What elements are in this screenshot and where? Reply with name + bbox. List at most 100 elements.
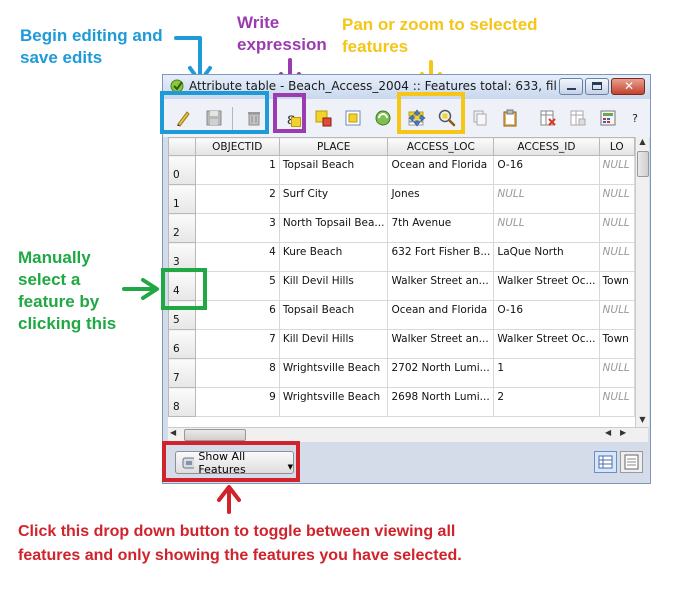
cell-access-loc[interactable]: 2698 North Lumi... bbox=[387, 387, 495, 417]
cell-access-loc[interactable]: Ocean and Florida bbox=[387, 155, 495, 185]
highlight-edit-tools bbox=[160, 91, 269, 134]
table-row[interactable]: 3 4 Kure Beach 632 Fort Fisher B... LaQu… bbox=[168, 242, 635, 272]
table-row[interactable]: 6 7 Kill Devil Hills Walker Street an...… bbox=[168, 329, 635, 359]
maximize-button[interactable] bbox=[585, 78, 609, 95]
cell-lo[interactable]: NULL bbox=[598, 213, 635, 243]
horizontal-scrollbar[interactable]: ◀ ◀ ▶ bbox=[168, 427, 648, 442]
table-row[interactable]: 7 8 Wrightsville Beach 2702 North Lumi..… bbox=[168, 358, 635, 388]
scroll-left-small-arrow-icon[interactable]: ◀ bbox=[605, 428, 617, 441]
cell-lo[interactable]: NULL bbox=[598, 155, 635, 185]
cell-place[interactable]: Wrightsville Beach bbox=[278, 387, 389, 417]
row-header[interactable]: 6 bbox=[168, 329, 196, 359]
table-row[interactable]: 1 2 Surf City Jones NULL NULL bbox=[168, 184, 635, 214]
cell-objectid[interactable]: 7 bbox=[194, 329, 280, 359]
cell-lo[interactable]: NULL bbox=[598, 387, 635, 417]
invert-selection-icon bbox=[375, 110, 391, 126]
cell-access-loc[interactable]: Jones bbox=[387, 184, 495, 214]
table-row[interactable]: 8 9 Wrightsville Beach 2698 North Lumi..… bbox=[168, 387, 635, 417]
deselect-all-button[interactable] bbox=[309, 104, 337, 132]
arrow-select bbox=[122, 278, 159, 300]
field-calculator-button[interactable] bbox=[594, 104, 622, 132]
minimize-button[interactable] bbox=[559, 78, 583, 95]
row-header[interactable]: 7 bbox=[168, 358, 196, 388]
horizontal-scroll-thumb[interactable] bbox=[184, 429, 246, 441]
highlight-expression-tool bbox=[273, 93, 306, 133]
attribute-table-window: Attribute table - Beach_Access_2004 :: F… bbox=[162, 74, 651, 484]
table-view-button[interactable] bbox=[594, 451, 617, 473]
scroll-down-arrow-icon[interactable]: ▼ bbox=[637, 415, 648, 427]
cell-lo[interactable]: NULL bbox=[598, 300, 635, 330]
cell-lo[interactable]: NULL bbox=[598, 184, 635, 214]
cell-place[interactable]: Kill Devil Hills bbox=[278, 271, 389, 301]
cell-objectid[interactable]: 3 bbox=[194, 213, 280, 243]
header-row: OBJECTID PLACE ACCESS_LOC ACCESS_ID LO bbox=[168, 137, 635, 156]
column-header-place[interactable]: PLACE bbox=[278, 137, 389, 156]
close-button[interactable]: ✕ bbox=[611, 78, 645, 95]
table-row[interactable]: 4 5 Kill Devil Hills Walker Street an...… bbox=[168, 271, 635, 301]
row-header[interactable]: 1 bbox=[168, 184, 196, 214]
column-header-lo[interactable]: LO bbox=[598, 137, 635, 156]
cell-access-loc[interactable]: 2702 North Lumi... bbox=[387, 358, 495, 388]
cell-lo[interactable]: NULL bbox=[598, 242, 635, 272]
cell-objectid[interactable]: 1 bbox=[194, 155, 280, 185]
cell-access-id[interactable]: O-16 bbox=[493, 300, 600, 330]
cell-access-id[interactable]: Walker Street Oc... bbox=[493, 271, 600, 301]
cell-access-id[interactable]: Walker Street Oc... bbox=[493, 329, 600, 359]
select-all-button[interactable] bbox=[339, 104, 367, 132]
paste-features-button[interactable] bbox=[496, 104, 524, 132]
table-row[interactable]: 5 6 Topsail Beach Ocean and Florida O-16… bbox=[168, 300, 635, 330]
cell-objectid[interactable]: 2 bbox=[194, 184, 280, 214]
cell-objectid[interactable]: 5 bbox=[194, 271, 280, 301]
copy-selected-rows-button[interactable] bbox=[466, 104, 494, 132]
cell-access-loc[interactable]: Ocean and Florida bbox=[387, 300, 495, 330]
delete-column-button[interactable] bbox=[534, 104, 562, 132]
cell-lo[interactable]: Town bbox=[598, 329, 635, 359]
table-view-icon bbox=[598, 455, 613, 469]
cell-access-loc[interactable]: Walker Street an... bbox=[387, 271, 495, 301]
cell-access-id[interactable]: 1 bbox=[493, 358, 600, 388]
cell-place[interactable]: Topsail Beach bbox=[278, 300, 389, 330]
cell-access-id[interactable]: 2 bbox=[493, 387, 600, 417]
cell-lo[interactable]: Town bbox=[598, 271, 635, 301]
cell-place[interactable]: Kill Devil Hills bbox=[278, 329, 389, 359]
cell-place[interactable]: North Topsail Bea... bbox=[278, 213, 389, 243]
cell-place[interactable]: Kure Beach bbox=[278, 242, 389, 272]
cell-access-id[interactable]: LaQue North bbox=[493, 242, 600, 272]
cell-place[interactable]: Topsail Beach bbox=[278, 155, 389, 185]
form-view-button[interactable] bbox=[620, 451, 643, 473]
arrow-dropdown bbox=[217, 485, 241, 514]
scroll-up-arrow-icon[interactable]: ▲ bbox=[637, 137, 648, 149]
column-header-access-id[interactable]: ACCESS_ID bbox=[493, 137, 600, 156]
cell-place[interactable]: Wrightsville Beach bbox=[278, 358, 389, 388]
cell-place[interactable]: Surf City bbox=[278, 184, 389, 214]
table-row[interactable]: 0 1 Topsail Beach Ocean and Florida O-16… bbox=[168, 155, 635, 185]
row-header[interactable]: 8 bbox=[168, 387, 196, 417]
scroll-left-arrow-icon[interactable]: ◀ bbox=[170, 428, 182, 441]
cell-access-id[interactable]: O-16 bbox=[493, 155, 600, 185]
cell-objectid[interactable]: 6 bbox=[194, 300, 280, 330]
corner-header[interactable] bbox=[168, 137, 196, 156]
row-header[interactable]: 0 bbox=[168, 155, 196, 185]
vertical-scroll-thumb[interactable] bbox=[637, 151, 649, 177]
new-column-button[interactable] bbox=[564, 104, 592, 132]
attribute-table: OBJECTID PLACE ACCESS_LOC ACCESS_ID LO 0… bbox=[168, 137, 635, 439]
cell-access-loc[interactable]: Walker Street an... bbox=[387, 329, 495, 359]
cell-objectid[interactable]: 4 bbox=[194, 242, 280, 272]
cell-access-id[interactable]: NULL bbox=[493, 184, 600, 214]
clipboard-icon bbox=[503, 109, 517, 127]
table-row[interactable]: 2 3 North Topsail Bea... 7th Avenue NULL… bbox=[168, 213, 635, 243]
cell-access-loc[interactable]: 7th Avenue bbox=[387, 213, 495, 243]
cell-access-id[interactable]: NULL bbox=[493, 213, 600, 243]
column-header-objectid[interactable]: OBJECTID bbox=[194, 137, 280, 156]
cell-access-loc[interactable]: 632 Fort Fisher B... bbox=[387, 242, 495, 272]
invert-selection-button[interactable] bbox=[369, 104, 397, 132]
column-header-access-loc[interactable]: ACCESS_LOC bbox=[387, 137, 495, 156]
cell-objectid[interactable]: 8 bbox=[194, 358, 280, 388]
help-button[interactable]: ? bbox=[621, 104, 649, 132]
cell-objectid[interactable]: 9 bbox=[194, 387, 280, 417]
cell-lo[interactable]: NULL bbox=[598, 358, 635, 388]
row-header[interactable]: 2 bbox=[168, 213, 196, 243]
scroll-right-arrow-icon[interactable]: ▶ bbox=[620, 428, 632, 441]
vertical-scrollbar[interactable]: ▲ ▼ bbox=[635, 137, 649, 427]
calculator-icon bbox=[600, 110, 616, 126]
